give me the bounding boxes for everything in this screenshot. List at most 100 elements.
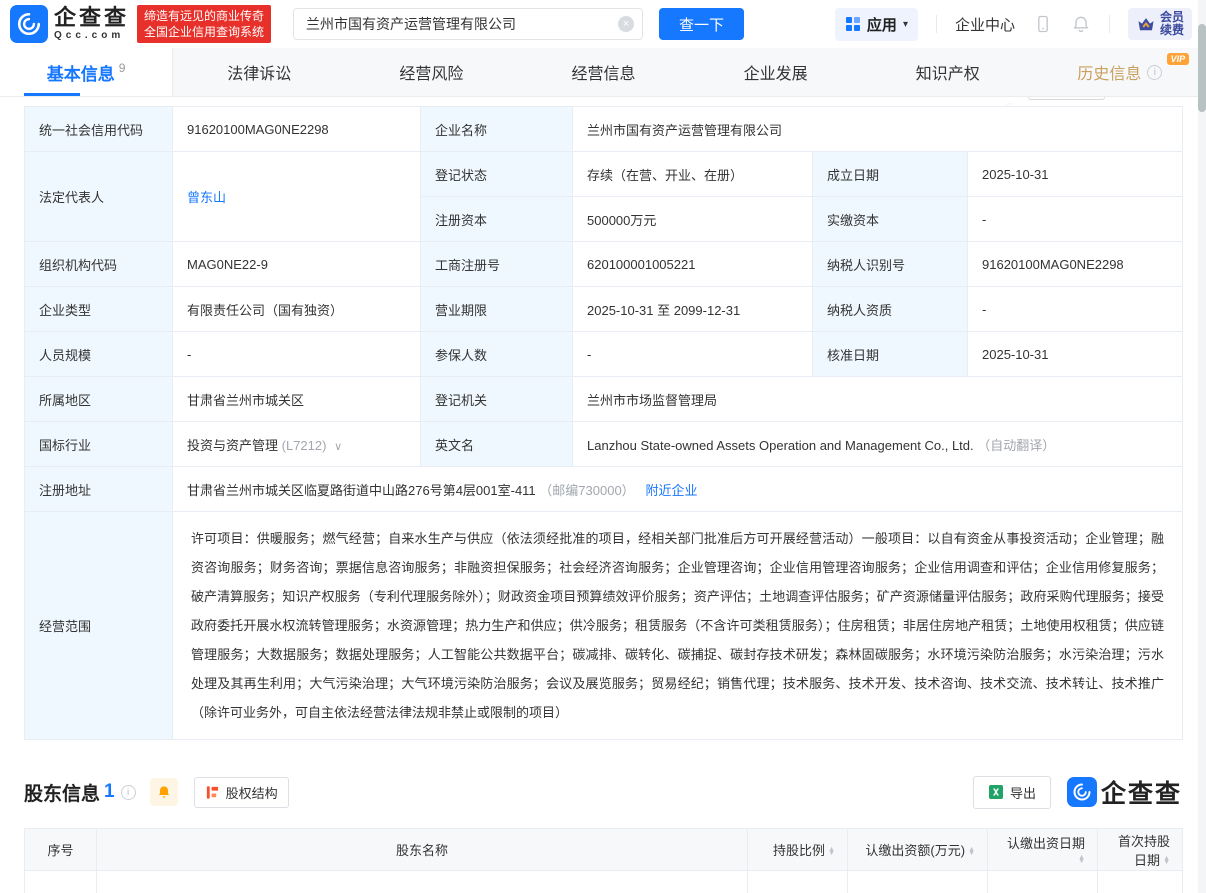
field-value: MAG0NE22-9 — [173, 242, 421, 287]
field-label: 登记机关 — [421, 377, 573, 422]
tab-label: 经营信息 — [571, 60, 635, 84]
field-value: 甘肃省兰州市城关区 — [173, 377, 421, 422]
tab-label: 历史信息 — [1077, 60, 1141, 84]
tab-legal-litigation[interactable]: 法律诉讼 — [173, 48, 345, 96]
sort-icon[interactable]: ▲▼ — [1078, 856, 1085, 864]
crown-icon — [1136, 14, 1156, 34]
slogan-line-1: 缔造有远见的商业传奇 — [144, 8, 264, 24]
shareholder-cell: 兰州市财政局 实际控制人 — [97, 871, 748, 893]
sort-icon[interactable]: ▲▼ — [828, 848, 835, 856]
first-hold-date-cell: 2025-10-31 — [1098, 871, 1183, 893]
registered-address: 甘肃省兰州市城关区临夏路街道中山路276号第4层001室-411 — [187, 483, 536, 498]
apps-dropdown[interactable]: 应用 ▾ — [835, 8, 918, 41]
info-row: 统一社会信用代码 91620100MAG0NE2298 企业名称 兰州市国有资产… — [25, 107, 1183, 152]
info-icon: i — [121, 785, 136, 800]
field-label: 登记状态 — [421, 152, 573, 197]
col-first-hold-date[interactable]: 首次持股日期▲▼ — [1098, 829, 1183, 871]
shareholders-count: 1 — [104, 781, 115, 803]
field-label: 工商注册号 — [421, 242, 573, 287]
col-subscribe-date[interactable]: 认缴出资日期▲▼ — [988, 829, 1098, 871]
info-row: 所属地区 甘肃省兰州市城关区 登记机关 兰州市市场监督管理局 — [25, 377, 1183, 422]
ratio-cell: 100% — [748, 871, 848, 893]
apps-label: 应用 — [867, 14, 897, 35]
nearby-companies-link[interactable]: 附近企业 — [646, 483, 698, 498]
equity-structure-label: 股权结构 — [226, 783, 278, 802]
tab-label: 企业发展 — [744, 60, 808, 84]
col-subscribed-amount[interactable]: 认缴出资额(万元)▲▼ — [848, 829, 988, 871]
notification-bell-icon[interactable] — [1071, 14, 1091, 34]
info-icon: i — [1147, 65, 1162, 80]
search-button[interactable]: 查一下 — [659, 8, 744, 40]
mobile-phone-icon[interactable] — [1033, 14, 1053, 34]
english-name: Lanzhou State-owned Assets Operation and… — [587, 438, 974, 453]
basic-info-table: 统一社会信用代码 91620100MAG0NE2298 企业名称 兰州市国有资产… — [24, 106, 1183, 740]
col-ratio[interactable]: 持股比例▲▼ — [748, 829, 848, 871]
brand-text[interactable]: 企查查 Qcc.com — [54, 7, 129, 41]
shareholders-title: 股东信息 — [24, 779, 100, 806]
field-label: 组织机构代码 — [25, 242, 173, 287]
field-label: 国标行业 — [25, 422, 173, 467]
field-label: 纳税人识别号 — [813, 242, 968, 287]
field-value: 500000万元 — [573, 197, 813, 242]
tab-bar: 基本信息 9 法律诉讼 经营风险 经营信息 企业发展 知识产权 VIP 历史信息… — [0, 48, 1206, 97]
scrollbar-thumb[interactable] — [1198, 24, 1206, 112]
chevron-down-icon[interactable]: ∨ — [334, 441, 342, 453]
tab-history-info[interactable]: VIP 历史信息 i — [1034, 48, 1206, 96]
field-value[interactable]: 投资与资产管理 (L7212) ∨ — [173, 422, 421, 467]
field-label: 核准日期 — [813, 332, 968, 377]
export-button[interactable]: 导出 — [973, 776, 1051, 809]
field-value: - — [968, 197, 1183, 242]
field-value: 2025-10-31 — [968, 332, 1183, 377]
field-value: 兰州市国有资产运营管理有限公司 — [573, 107, 1183, 152]
scrollbar[interactable] — [1198, 0, 1206, 893]
monitor-bell-button[interactable] — [150, 778, 178, 806]
tab-intellectual-property[interactable]: 知识产权 — [862, 48, 1034, 96]
field-label: 注册地址 — [25, 467, 173, 512]
field-label: 法定代表人 — [25, 152, 173, 242]
header-right-nav: 应用 ▾ 企业中心 会员 续费 — [835, 8, 1192, 41]
shareholders-header-right: 导出 企查查 — [973, 774, 1182, 810]
field-label: 经营范围 — [25, 512, 173, 740]
search-box[interactable]: × — [293, 8, 643, 40]
clear-search-icon[interactable]: × — [618, 16, 634, 32]
postcode: （邮编730000） — [539, 483, 634, 498]
field-value: 曾东山 — [173, 152, 421, 242]
member-renew-button[interactable]: 会员 续费 — [1128, 8, 1192, 40]
qcc-wordmark: 企查查 — [1101, 774, 1182, 810]
sort-icon[interactable]: ▲▼ — [1163, 857, 1170, 865]
tab-label: 法律诉讼 — [227, 60, 291, 84]
tab-basic-info[interactable]: 基本信息 9 — [0, 48, 173, 96]
field-value: - — [573, 332, 813, 377]
equity-structure-button[interactable]: 股权结构 — [194, 777, 289, 808]
qcc-logo-icon[interactable] — [10, 5, 48, 43]
qcc-logo-icon — [1067, 777, 1097, 807]
tab-operation-risk[interactable]: 经营风险 — [345, 48, 517, 96]
qcc-spiral-icon — [1072, 782, 1092, 802]
enterprise-center-link[interactable]: 企业中心 — [955, 14, 1015, 35]
org-chart-icon — [205, 785, 220, 800]
brand-slogan: 缔造有远见的商业传奇 全国企业信用查询系统 — [137, 5, 271, 43]
field-label: 成立日期 — [813, 152, 968, 197]
industry-code: (L7212) — [282, 438, 327, 453]
tab-operation-info[interactable]: 经营信息 — [517, 48, 689, 96]
info-row: 组织机构代码 MAG0NE22-9 工商注册号 620100001005221 … — [25, 242, 1183, 287]
col-no: 序号 — [25, 829, 97, 871]
search-input[interactable] — [306, 16, 618, 32]
shareholders-header: 股东信息 1 i 股权结构 导出 — [24, 774, 1182, 810]
legal-rep-link[interactable]: 曾东山 — [187, 190, 226, 205]
info-row: 法定代表人 曾东山 登记状态 存续（在营、开业、在册） 成立日期 2025-10… — [25, 152, 1183, 197]
tab-label: 基本信息 — [47, 60, 115, 85]
divider — [936, 15, 937, 33]
brand-name: 企查查 — [54, 7, 129, 29]
chevron-down-icon: ▾ — [903, 19, 908, 30]
auto-translate-note: （自动翻译） — [977, 438, 1055, 453]
sort-icon[interactable]: ▲▼ — [968, 848, 975, 856]
field-label: 营业期限 — [421, 287, 573, 332]
info-row: 注册地址 甘肃省兰州市城关区临夏路街道中山路276号第4层001室-411 （邮… — [25, 467, 1183, 512]
field-label: 参保人数 — [421, 332, 573, 377]
field-label: 实缴资本 — [813, 197, 968, 242]
tab-company-development[interactable]: 企业发展 — [690, 48, 862, 96]
search-area: × 查一下 — [293, 8, 744, 40]
col-shareholder-name: 股东名称 — [97, 829, 748, 871]
tab-label: 知识产权 — [916, 60, 980, 84]
